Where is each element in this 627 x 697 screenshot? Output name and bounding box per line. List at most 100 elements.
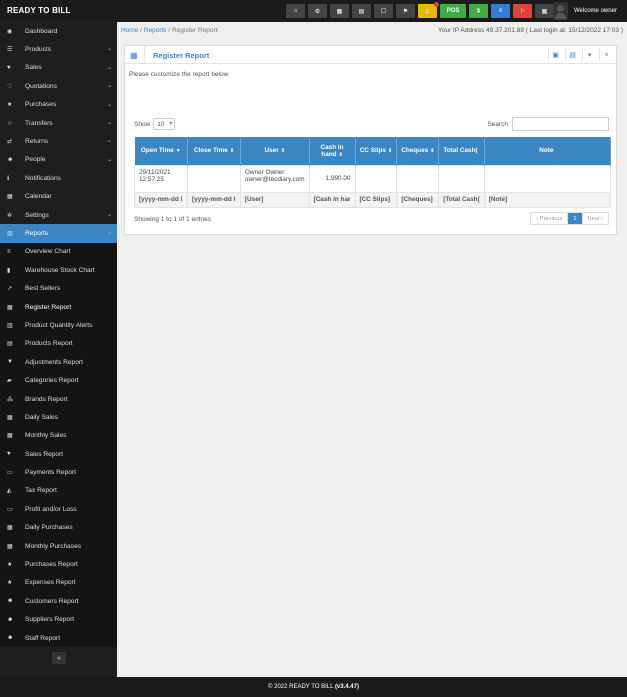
sidebar-item-products[interactable]: ☰ Products ⌄: [0, 40, 117, 58]
sidebar-subitem-profit-and-or-loss[interactable]: ▭ Profit and/or Loss: [0, 500, 117, 519]
sidebar-item-dashboard[interactable]: ◉ Dashboard: [0, 22, 117, 40]
sidebar-item-calendar[interactable]: ▦ Calendar: [0, 188, 117, 206]
list-icon[interactable]: ≡: [491, 4, 510, 18]
table-row[interactable]: 29/11/2021 12:57:25 Owner Owner owner@te…: [134, 164, 612, 193]
close-icon[interactable]: ×: [599, 49, 613, 61]
page-length-select[interactable]: 10: [153, 118, 176, 130]
column-filter[interactable]: [User]: [239, 191, 310, 208]
sidebar-subitem-daily-sales[interactable]: ▦ Daily Sales: [0, 408, 117, 427]
sidebar-item-notifications[interactable]: ℹ Notifications: [0, 169, 117, 187]
users-icon: ☻: [7, 156, 14, 163]
ip-login-info: Your IP Address 49.37.201.89 ( Last logi…: [437, 27, 623, 34]
card-tools: ▣ ▤ ▾ ×: [548, 49, 613, 61]
pagination-next[interactable]: Next ›: [583, 213, 608, 224]
flag-icon[interactable]: ⚑: [396, 4, 415, 18]
sidebar-item-reports[interactable]: ▥ Reports ⌄: [0, 224, 117, 243]
sidebar-subitem-payments-report[interactable]: ▭ Payments Report: [0, 463, 117, 482]
welcome-user[interactable]: Welcome owner: [574, 8, 617, 14]
column-filter[interactable]: [Cheques]: [396, 191, 440, 208]
column-filter[interactable]: [Cash in har: [308, 191, 356, 208]
column-header-user[interactable]: User ⇕: [240, 137, 310, 165]
pos-button[interactable]: POS: [440, 4, 466, 18]
barcode-icon: ☰: [7, 47, 13, 54]
column-header-total-cash-[interactable]: Total Cash(: [438, 137, 485, 165]
calculator-icon[interactable]: ▦: [330, 4, 349, 18]
column-header-label: User: [264, 147, 279, 155]
sidebar-subitem-expenses-report[interactable]: ★ Expenses Report: [0, 573, 117, 593]
entries-info: Showing 1 to 1 of 1 entries: [134, 216, 211, 223]
star-outline-icon: ☆: [7, 120, 13, 127]
cell-user: Owner Owner owner@tecdiary.com: [239, 164, 310, 193]
sidebar-collapse-button[interactable]: «: [52, 652, 66, 664]
grid-icon[interactable]: ▦: [535, 4, 554, 18]
sidebar-item-returns[interactable]: ⇄ Returns ⌄: [0, 132, 117, 150]
sidebar-subitem-suppliers-report[interactable]: ☻ Suppliers Report: [0, 610, 117, 629]
avatar[interactable]: [553, 2, 568, 20]
sidebar-subitem-customers-report[interactable]: ☻ Customers Report: [0, 592, 117, 611]
sidebar-subitem-products-report[interactable]: ▤ Products Report: [0, 334, 117, 354]
column-filter[interactable]: [yyyy-mm-dd I: [186, 191, 241, 208]
calendar-icon: ▦: [7, 414, 13, 421]
column-header-note[interactable]: Note: [484, 137, 612, 165]
column-filter[interactable]: [CC Slips]: [354, 191, 398, 208]
sidebar-item-purchases[interactable]: ★ Purchases ⌄: [0, 96, 117, 114]
column-filter[interactable]: [yyyy-mm-dd I: [134, 191, 188, 208]
sidebar-subitem-monthly-sales[interactable]: ▦ Monthly Sales: [0, 426, 117, 445]
pdf-icon[interactable]: ▣: [548, 49, 562, 61]
calendar-alt-icon[interactable]: ☐: [374, 4, 393, 18]
sidebar-subitem-product-quantity-alerts[interactable]: ▥ Product Quantity Alerts: [0, 316, 117, 335]
column-header-cheques[interactable]: Cheques ⇕: [396, 137, 440, 165]
cog-icon: ✲: [7, 212, 13, 219]
table-filter-row: [yyyy-mm-dd I [yyyy-mm-dd I [User] [Cash in…: [134, 191, 612, 208]
sidebar-item-transfers[interactable]: ☆ Transfers ⌄: [0, 114, 117, 132]
breadcrumb-home[interactable]: Home: [121, 27, 138, 34]
sidebar-subitem-staff-report[interactable]: ☻ Staff Report: [0, 628, 117, 648]
pagination-previous[interactable]: ‹ Previous: [531, 213, 569, 224]
hourglass-icon[interactable]: ⧗: [469, 4, 488, 18]
column-header-cc-slips[interactable]: CC Slips ⇕: [355, 137, 398, 165]
column-header-cash-in-hand[interactable]: Cash in hand ⇕: [309, 137, 356, 165]
column-header-close-time[interactable]: Close Time ⇕: [187, 137, 241, 165]
sidebar-item-sales[interactable]: ♥ Sales ⌄: [0, 59, 117, 77]
sidebar-subitem-overview-chart[interactable]: ≡ Overview Chart: [0, 242, 117, 262]
column-filter[interactable]: [Note]: [483, 191, 612, 208]
calendar-icon[interactable]: ▤: [352, 4, 371, 18]
sidebar-subitem-register-report[interactable]: ▦ Register Report: [0, 297, 117, 317]
pagination-page[interactable]: 1: [568, 213, 583, 224]
sidebar-item-settings[interactable]: ✲ Settings ⌄: [0, 206, 117, 224]
column-header-open-time[interactable]: Open Time ▼: [134, 137, 188, 165]
sidebar-subitem-tax-report[interactable]: ◭ Tax Report: [0, 481, 117, 501]
sidebar-subitem-brands-report[interactable]: ⁂ Brands Report: [0, 389, 117, 409]
sidebar-subitem-daily-purchases[interactable]: ▦ Daily Purchases: [0, 518, 117, 537]
sidebar-subitem-warehouse-stock-chart[interactable]: ▮ Warehouse Stock Chart: [0, 261, 117, 280]
cell-cc-slips: [354, 164, 398, 193]
dashboard-icon[interactable]: ⌂: [286, 4, 305, 18]
sidebar-item-label: Calendar: [25, 193, 52, 201]
breadcrumb-current: Register Report: [171, 27, 218, 34]
alert-icon[interactable]: ⚠: [418, 2, 439, 18]
sidebar-subitem-adjustments-report[interactable]: ▼ Adjustments Report: [0, 353, 117, 372]
sidebar-subitem-purchases-report[interactable]: ★ Purchases Report: [0, 555, 117, 574]
brand-logo[interactable]: READY TO BILL: [7, 6, 71, 15]
flag-checkered-icon[interactable]: ⚐: [513, 4, 532, 18]
sidebar-subitem-best-sellers[interactable]: ↗ Best Sellers: [0, 279, 117, 298]
sidebar-item-label: Register Report: [25, 303, 72, 311]
excel-icon[interactable]: ▤: [565, 49, 579, 61]
chevron-down-icon: ⌄: [106, 119, 112, 126]
cogs-icon[interactable]: ⚙: [308, 4, 327, 18]
random-icon: ⇄: [7, 139, 13, 146]
sort-icon: ⇕: [430, 148, 435, 155]
breadcrumb-reports[interactable]: Reports: [144, 27, 167, 34]
sidebar-item-quotations[interactable]: ♡ Quotations ⌄: [0, 77, 117, 95]
sidebar-item-label: Transfers: [25, 119, 53, 127]
sidebar-subitem-categories-report[interactable]: ▰ Categories Report: [0, 371, 117, 390]
toggle-form-icon[interactable]: ▾: [582, 49, 596, 61]
column-filter[interactable]: [Total Cash(: [438, 191, 485, 208]
sidebar-subitem-sales-report[interactable]: ♥ Sales Report: [0, 444, 117, 464]
sidebar-item-people[interactable]: ☻ People ⌄: [0, 151, 117, 169]
sidebar-item-label: Quotations: [25, 82, 57, 90]
sidebar-subitem-monthly-purchases[interactable]: ▦ Monthly Purchases: [0, 536, 117, 556]
filter-icon: ▼: [7, 359, 13, 366]
search-input[interactable]: [512, 117, 609, 131]
user-email: owner@tecdiary.com: [244, 175, 305, 183]
